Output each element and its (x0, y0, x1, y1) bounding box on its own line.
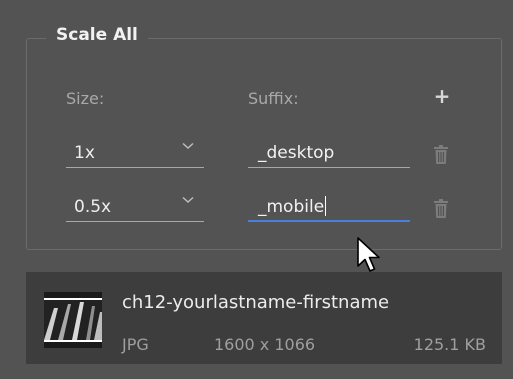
suffix-column-label: Suffix: (248, 89, 299, 108)
file-dimensions: 1600 x 1066 (214, 335, 316, 354)
trash-icon[interactable] (432, 198, 450, 220)
group-title: Scale All (46, 23, 148, 47)
chevron-down-icon (182, 142, 194, 150)
suffix-input-desktop[interactable]: _desktop (248, 138, 410, 168)
file-size: 125.1 KB (413, 335, 486, 354)
file-list-item[interactable]: ch12-yourlastname-firstname JPG 1600 x 1… (26, 272, 502, 364)
suffix-input-value: _desktop (258, 143, 335, 163)
size-column-label: Size: (66, 89, 105, 108)
suffix-input-mobile[interactable]: _mobile (248, 192, 410, 222)
add-scale-button[interactable]: + (431, 84, 453, 108)
size-select-1x[interactable]: 1x (66, 138, 204, 168)
image-thumbnail (44, 292, 102, 348)
suffix-input-value: _mobile (258, 196, 327, 217)
text-caret (325, 196, 327, 216)
size-select-value: 1x (74, 143, 95, 163)
file-type: JPG (122, 335, 149, 354)
chevron-down-icon (182, 196, 194, 204)
size-select-0-5x[interactable]: 0.5x (66, 192, 204, 222)
trash-icon[interactable] (432, 144, 450, 166)
size-select-value: 0.5x (74, 197, 112, 217)
mouse-pointer-icon (357, 237, 380, 272)
file-name: ch12-yourlastname-firstname (122, 292, 390, 313)
